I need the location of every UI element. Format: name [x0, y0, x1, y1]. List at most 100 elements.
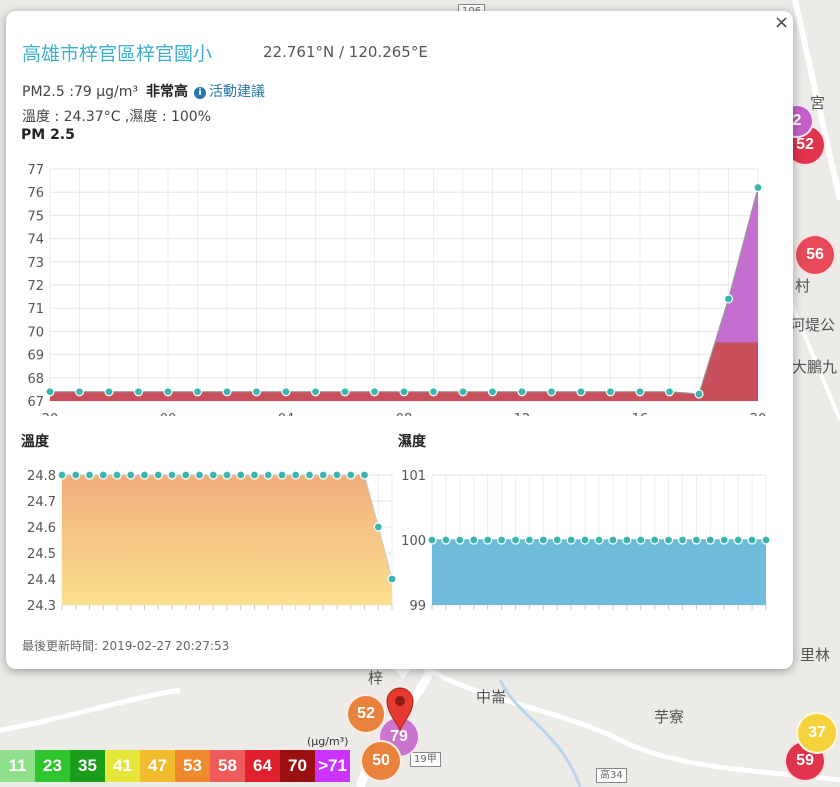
- x-tick-label: 00: [160, 412, 177, 416]
- data-point: [524, 535, 535, 545]
- data-point: [208, 470, 218, 480]
- road-shield: 19甲: [410, 752, 441, 767]
- data-point: [340, 387, 350, 397]
- map-label: 村: [795, 277, 811, 295]
- pm25-legend: 11 23 35 41 47 53 58 64 70 >71: [0, 750, 350, 782]
- y-tick-label: 101: [401, 469, 426, 484]
- data-point: [761, 535, 771, 545]
- aqi-marker[interactable]: 50: [360, 740, 402, 782]
- data-point: [236, 470, 246, 480]
- data-point: [181, 470, 191, 480]
- last-updated: 最後更新時間: 2019-02-27 20:27:53: [22, 639, 230, 653]
- data-point: [251, 387, 262, 397]
- pm25-level: 非常高: [145, 84, 188, 100]
- data-point: [705, 535, 715, 545]
- map-label: 里林: [800, 646, 831, 664]
- data-point: [346, 470, 356, 480]
- data-point: [753, 182, 763, 193]
- data-point: [691, 535, 702, 545]
- map-label: 大鵬九: [792, 358, 838, 376]
- data-point: [733, 535, 743, 545]
- data-point: [469, 535, 479, 545]
- y-tick-label: 100: [401, 534, 426, 549]
- data-point: [566, 535, 576, 545]
- legend-item: >71: [315, 750, 350, 782]
- activity-advice-link[interactable]: i 活動建議: [193, 84, 265, 100]
- data-point: [163, 387, 173, 397]
- data-point: [112, 470, 122, 480]
- humidity-chart: 99 100 101: [401, 469, 771, 614]
- data-point: [222, 470, 232, 480]
- y-tick-label: 72: [27, 279, 44, 294]
- data-point: [74, 387, 85, 397]
- data-point: [167, 470, 177, 480]
- data-point: [139, 470, 150, 480]
- y-tick-label: 99: [409, 599, 426, 614]
- close-icon[interactable]: ×: [774, 13, 789, 33]
- data-point: [677, 535, 688, 545]
- data-point: [664, 387, 675, 397]
- aqi-marker[interactable]: 56: [794, 234, 836, 276]
- y-tick-label: 77: [27, 163, 44, 178]
- legend-item: 58: [210, 750, 245, 782]
- station-name[interactable]: 高雄市梓官區梓官國小: [22, 39, 212, 66]
- legend-item: 35: [70, 750, 105, 782]
- location-pin-icon[interactable]: [385, 686, 415, 732]
- series-area: [62, 475, 392, 605]
- data-point: [496, 535, 507, 545]
- data-point: [546, 387, 557, 397]
- data-point: [605, 387, 616, 397]
- activity-advice-label: 活動建議: [208, 84, 265, 100]
- road-shield: 高34: [596, 768, 627, 783]
- pm25-summary: PM2.5 :79 μg/m³ 非常高 i 活動建議: [22, 81, 265, 101]
- map-label: 梓: [368, 669, 384, 687]
- data-point: [719, 535, 729, 545]
- station-popup: × 高雄市梓官區梓官國小 22.761°N / 120.265°E PM2.5 …: [6, 11, 793, 669]
- map-label: 中崙: [476, 688, 507, 706]
- temperature-chart-title: 溫度: [21, 434, 49, 450]
- pm25-value: PM2.5 :79 μg/m³: [22, 84, 138, 100]
- data-point: [552, 535, 562, 545]
- data-point: [373, 522, 383, 532]
- station-coordinates: 22.761°N / 120.265°E: [263, 43, 428, 61]
- map-label: 宮: [810, 94, 826, 112]
- y-tick-label: 24.7: [27, 495, 56, 510]
- legend-item: 53: [175, 750, 210, 782]
- data-point: [263, 470, 273, 480]
- aqi-marker[interactable]: 37: [796, 712, 838, 754]
- data-point: [45, 387, 55, 397]
- x-tick-label: 20: [750, 412, 767, 416]
- data-point: [517, 387, 527, 397]
- data-point: [483, 535, 493, 545]
- data-point: [249, 470, 260, 480]
- data-point: [635, 387, 645, 397]
- x-tick-label: 04: [278, 412, 295, 416]
- temperature-chart: 24.3 24.4 24.5 24.6 24.7 24.8: [27, 469, 396, 614]
- data-point: [428, 387, 439, 397]
- y-tick-label: 24.4: [27, 573, 56, 588]
- data-point: [487, 387, 498, 397]
- y-tick-label: 75: [27, 209, 44, 224]
- data-point: [133, 387, 144, 397]
- data-point: [57, 470, 67, 480]
- data-point: [310, 387, 321, 397]
- x-tick-label: 08: [396, 412, 413, 416]
- data-point: [427, 535, 437, 545]
- legend-item: 64: [245, 750, 280, 782]
- data-point: [153, 470, 163, 480]
- y-tick-label: 67: [27, 395, 44, 410]
- data-point: [510, 535, 521, 545]
- legend-item: 23: [35, 750, 70, 782]
- data-point: [636, 535, 646, 545]
- y-tick-label: 24.6: [27, 521, 56, 536]
- data-point: [71, 470, 81, 480]
- data-point: [194, 470, 205, 480]
- data-point: [277, 470, 287, 480]
- legend-item: 47: [140, 750, 175, 782]
- data-point: [576, 387, 586, 397]
- data-point: [318, 470, 328, 480]
- x-tick-label: 16: [632, 412, 649, 416]
- x-tick-label: 12: [514, 412, 531, 416]
- data-point: [192, 387, 203, 397]
- data-point: [222, 387, 232, 397]
